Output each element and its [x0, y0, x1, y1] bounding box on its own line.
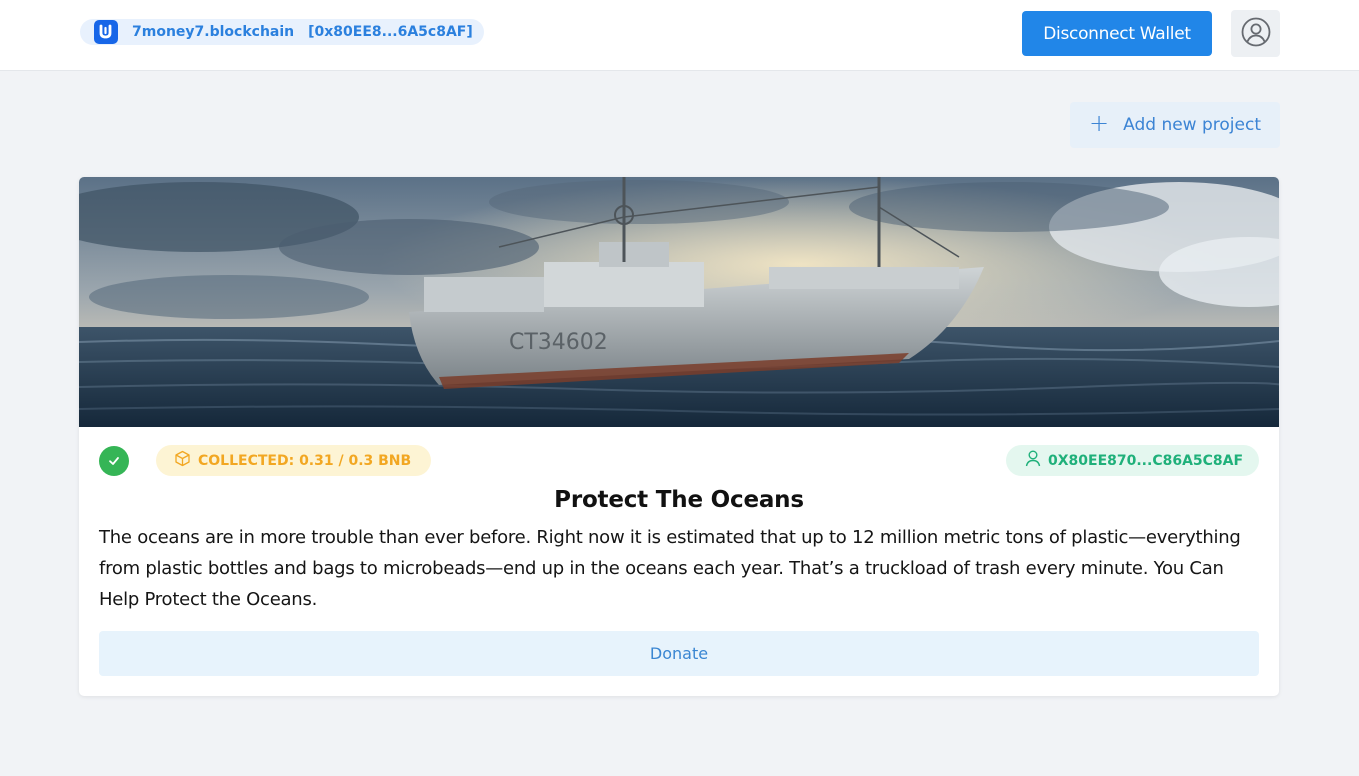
check-circle-icon: [99, 446, 129, 476]
project-card: CT34602 COLLECTED: 0.31 / 0.3 BNB 0X80EE…: [79, 177, 1279, 696]
wallet-logo-icon: [94, 20, 118, 44]
collected-amount: COLLECTED: 0.31 / 0.3 BNB: [198, 452, 412, 469]
account-badge[interactable]: 7money7.blockchain [0x80EE8...6A5c8AF]: [80, 19, 484, 45]
project-description: The oceans are in more trouble than ever…: [99, 527, 1241, 610]
owner-address: 0X80EE870...C86A5C8AF: [1048, 452, 1244, 469]
disconnect-wallet-button[interactable]: Disconnect Wallet: [1022, 11, 1212, 56]
owner-address-badge[interactable]: 0X80EE870...C86A5C8AF: [1006, 445, 1259, 476]
cube-icon: [174, 450, 191, 471]
svg-text:CT34602: CT34602: [509, 330, 608, 355]
user-circle-icon: [1241, 17, 1271, 51]
project-image: CT34602: [79, 177, 1279, 427]
plus-icon: +: [1089, 109, 1110, 137]
profile-button[interactable]: [1231, 10, 1280, 57]
collected-badge: COLLECTED: 0.31 / 0.3 BNB: [156, 445, 431, 476]
project-title: Protect The Oceans: [554, 487, 804, 513]
user-icon: [1025, 450, 1041, 471]
account-address: [0x80EE8...6A5c8AF]: [308, 24, 473, 40]
top-navbar: 7money7.blockchain [0x80EE8...6A5c8AF] D…: [0, 0, 1359, 71]
account-name: 7money7.blockchain: [132, 24, 295, 40]
donate-button[interactable]: Donate: [99, 631, 1259, 676]
add-new-project-button[interactable]: + Add new project: [1070, 102, 1280, 148]
add-new-project-label: Add new project: [1123, 115, 1261, 135]
